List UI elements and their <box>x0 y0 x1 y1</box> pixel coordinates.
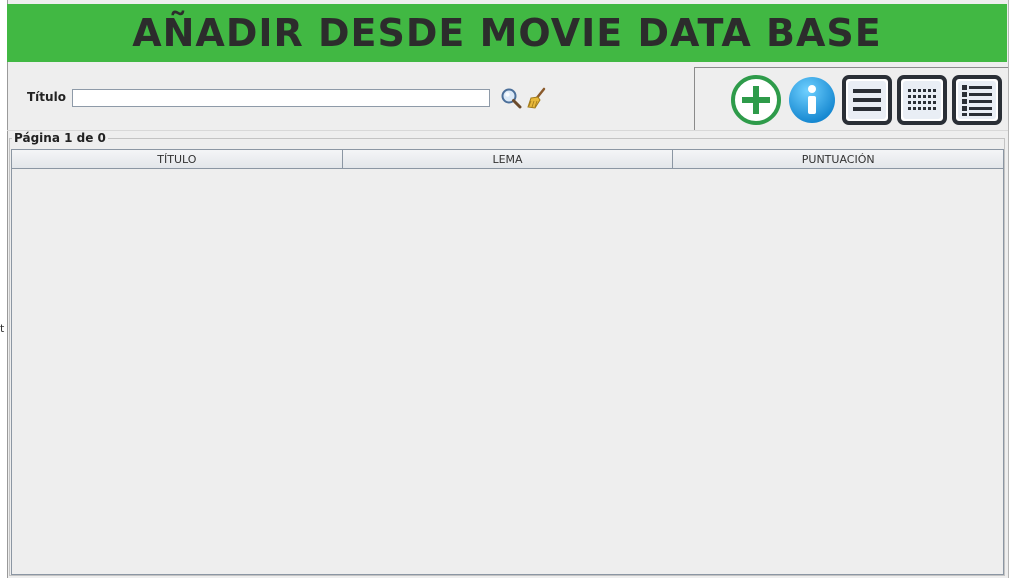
column-header-rating[interactable]: PUNTUACIÓN <box>673 150 1004 169</box>
title-banner: AÑADIR DESDE MOVIE DATA BASE <box>7 4 1007 62</box>
page-title: AÑADIR DESDE MOVIE DATA BASE <box>132 11 882 55</box>
panel-separator <box>7 130 1008 131</box>
background-window-strip: t <box>0 0 7 578</box>
results-table[interactable]: TÍTULO LEMA PUNTUACIÓN <box>11 149 1004 575</box>
page-indicator: Página 1 de 0 <box>12 131 108 145</box>
add-circle-icon[interactable] <box>731 75 781 125</box>
list-view-icon[interactable] <box>842 75 892 125</box>
action-toolbar <box>694 67 1008 130</box>
title-search-label: Título <box>27 90 66 104</box>
column-header-title[interactable]: TÍTULO <box>12 150 343 169</box>
grid-view-icon[interactable] <box>897 75 947 125</box>
table-header: TÍTULO LEMA PUNTUACIÓN <box>12 150 1004 169</box>
detail-view-icon[interactable] <box>952 75 1002 125</box>
title-search-input[interactable] <box>72 89 490 107</box>
info-icon[interactable] <box>787 75 837 125</box>
broom-icon[interactable] <box>526 87 548 109</box>
search-icon[interactable] <box>500 87 522 109</box>
column-header-tagline[interactable]: LEMA <box>342 150 674 169</box>
